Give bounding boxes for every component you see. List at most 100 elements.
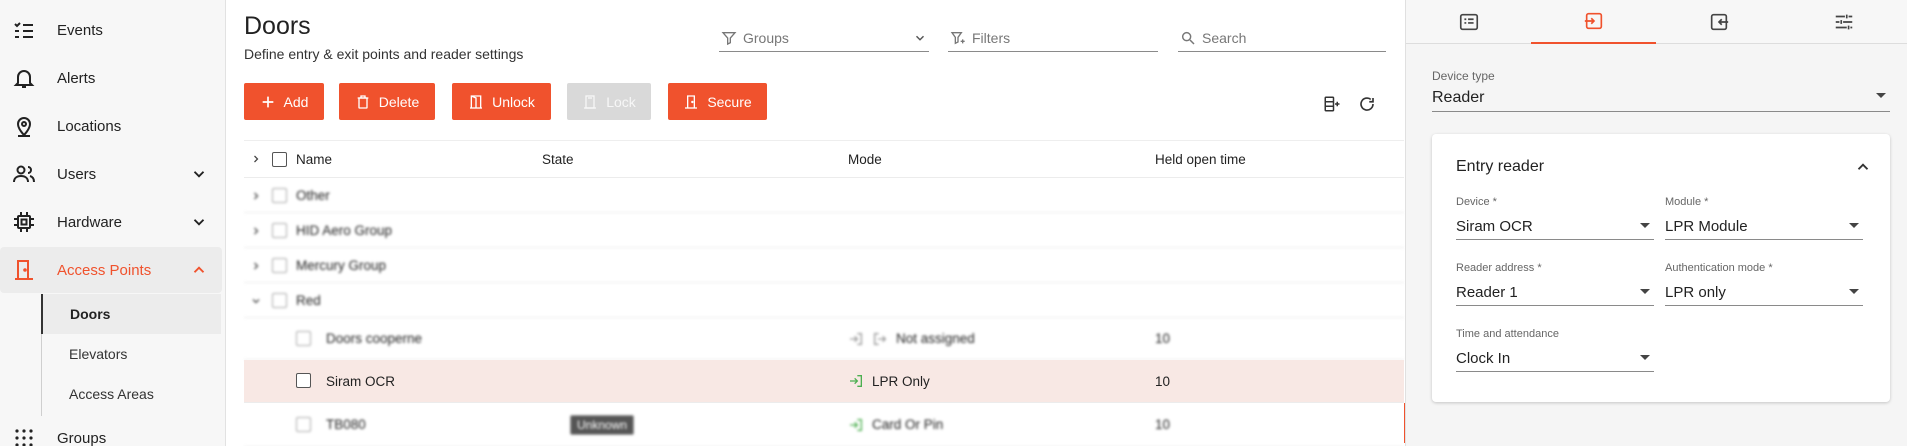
lock-button[interactable]: Lock <box>567 83 651 120</box>
users-icon <box>13 165 35 183</box>
tab-settings[interactable] <box>1781 0 1906 44</box>
table-group-row[interactable]: HID Aero Group <box>244 213 1404 248</box>
row-checkbox[interactable] <box>272 223 287 238</box>
door-closed-icon <box>584 94 597 109</box>
dropdown-caret-icon <box>1640 223 1650 228</box>
filter-add-icon <box>950 31 965 44</box>
chevron-down-icon[interactable] <box>250 295 262 307</box>
refresh-icon[interactable] <box>1358 95 1376 113</box>
sidebar-item-alerts[interactable]: Alerts <box>0 55 222 101</box>
add-button[interactable]: Add <box>244 83 324 120</box>
device-field[interactable]: Device * Siram OCR <box>1456 196 1654 240</box>
filters-placeholder: Filters <box>972 29 1011 46</box>
exit-icon <box>874 332 887 345</box>
table-row[interactable]: Doors cooperne Not assigned 10 <box>244 318 1404 360</box>
card-title: Entry reader <box>1456 158 1545 175</box>
search-icon <box>1181 31 1195 45</box>
sidebar-item-label: Groups <box>57 429 107 446</box>
row-checkbox[interactable] <box>272 293 287 308</box>
chevron-right-icon[interactable] <box>250 190 262 202</box>
row-checkbox[interactable] <box>272 188 287 203</box>
sidebar-subitem-elevators[interactable]: Elevators <box>42 334 222 374</box>
row-checkbox[interactable] <box>296 331 311 346</box>
row-checkbox[interactable] <box>272 258 287 273</box>
col-header-state[interactable]: State <box>542 141 574 177</box>
row-checkbox[interactable] <box>296 417 311 432</box>
door-secure-icon <box>685 94 698 109</box>
bell-icon <box>13 70 35 88</box>
module-field[interactable]: Module * LPR Module <box>1665 196 1863 240</box>
table-row[interactable]: TB080 Unknown Card Or Pin 10 <box>244 403 1404 446</box>
dropdown-caret-icon <box>1640 355 1650 360</box>
sidebar-subitem-doors[interactable]: Doors <box>41 294 221 334</box>
plus-icon <box>262 96 273 107</box>
door-name: TB080 <box>326 417 366 432</box>
detail-panel: Device type Reader Entry reader Device *… <box>1405 0 1907 446</box>
door-name: Doors cooperne <box>326 331 423 346</box>
reader-address-field[interactable]: Reader address * Reader 1 <box>1456 262 1654 306</box>
sidebar-subitem-access-areas[interactable]: Access Areas <box>42 374 222 414</box>
chevron-down-icon <box>193 171 205 178</box>
door-mode: LPR Only <box>848 360 930 402</box>
row-checkbox[interactable] <box>296 373 311 388</box>
sidebar-item-events[interactable]: Events <box>0 7 222 53</box>
trash-icon <box>357 94 369 109</box>
group-name: Mercury Group <box>296 257 387 273</box>
unlock-button[interactable]: Unlock <box>452 83 551 120</box>
chevron-up-icon <box>193 266 205 273</box>
events-icon <box>14 22 33 38</box>
status-badge: Unknown <box>570 414 635 435</box>
search-input[interactable]: Search <box>1178 24 1386 52</box>
authentication-mode-field[interactable]: Authentication mode * LPR only <box>1665 262 1863 306</box>
secure-button[interactable]: Secure <box>668 83 767 120</box>
sidebar: Events Alerts Locations Users Hardware A… <box>0 0 226 446</box>
groups-select[interactable]: Groups <box>719 24 929 52</box>
device-type-select[interactable]: Reader <box>1432 84 1890 112</box>
delete-button[interactable]: Delete <box>339 83 435 120</box>
sidebar-item-locations[interactable]: Locations <box>0 103 222 149</box>
chevron-right-icon[interactable] <box>250 260 262 272</box>
sidebar-item-users[interactable]: Users <box>0 151 222 197</box>
sidebar-item-hardware[interactable]: Hardware <box>0 199 222 245</box>
sliders-icon <box>1835 14 1852 30</box>
table-row-selected[interactable]: Siram OCR LPR Only 10 <box>244 360 1404 403</box>
col-header-mode[interactable]: Mode <box>848 141 882 177</box>
dropdown-caret-icon <box>1876 93 1886 98</box>
panel-tabs <box>1406 0 1907 44</box>
filters-input[interactable]: Filters <box>948 24 1158 52</box>
sidebar-item-label: Users <box>57 165 97 183</box>
expand-all-icon[interactable] <box>250 153 262 165</box>
sidebar-item-access-points[interactable]: Access Points <box>0 247 222 293</box>
entry-icon <box>850 332 862 345</box>
grid-icon <box>15 429 33 446</box>
filter-icon <box>721 31 737 45</box>
add-column-icon[interactable] <box>1323 95 1341 113</box>
main-content: Doors Define entry & exit points and rea… <box>227 0 1408 446</box>
unlock-label: Unlock <box>492 93 535 110</box>
door-mode: Not assigned <box>848 318 975 359</box>
dropdown-caret-icon <box>1640 289 1650 294</box>
door-icon <box>15 260 33 280</box>
table-group-row[interactable]: Red <box>244 283 1404 318</box>
sidebar-item-label: Events <box>57 21 103 39</box>
sidebar-item-label: Hardware <box>57 213 123 231</box>
group-name: HID Aero Group <box>296 222 393 238</box>
chevron-up-icon[interactable] <box>1854 158 1872 176</box>
sidebar-item-label: Access Points <box>57 261 152 279</box>
chevron-down-icon <box>915 35 925 41</box>
tab-details[interactable] <box>1406 0 1531 44</box>
details-icon <box>1459 13 1478 31</box>
table-group-row[interactable]: Other <box>244 178 1404 213</box>
door-name: Siram OCR <box>326 373 396 389</box>
chevron-right-icon[interactable] <box>250 225 262 237</box>
time-attendance-field[interactable]: Time and attendance Clock In <box>1456 328 1654 372</box>
dropdown-caret-icon <box>1849 223 1859 228</box>
col-header-name[interactable]: Name <box>296 141 332 177</box>
entry-icon <box>850 375 862 387</box>
col-header-held-open-time[interactable]: Held open time <box>1155 141 1246 177</box>
select-all-checkbox[interactable] <box>272 152 287 167</box>
tab-exit[interactable] <box>1656 0 1781 44</box>
sidebar-item-groups[interactable]: Groups <box>0 415 222 446</box>
tab-entry[interactable] <box>1531 0 1656 44</box>
table-group-row[interactable]: Mercury Group <box>244 248 1404 283</box>
